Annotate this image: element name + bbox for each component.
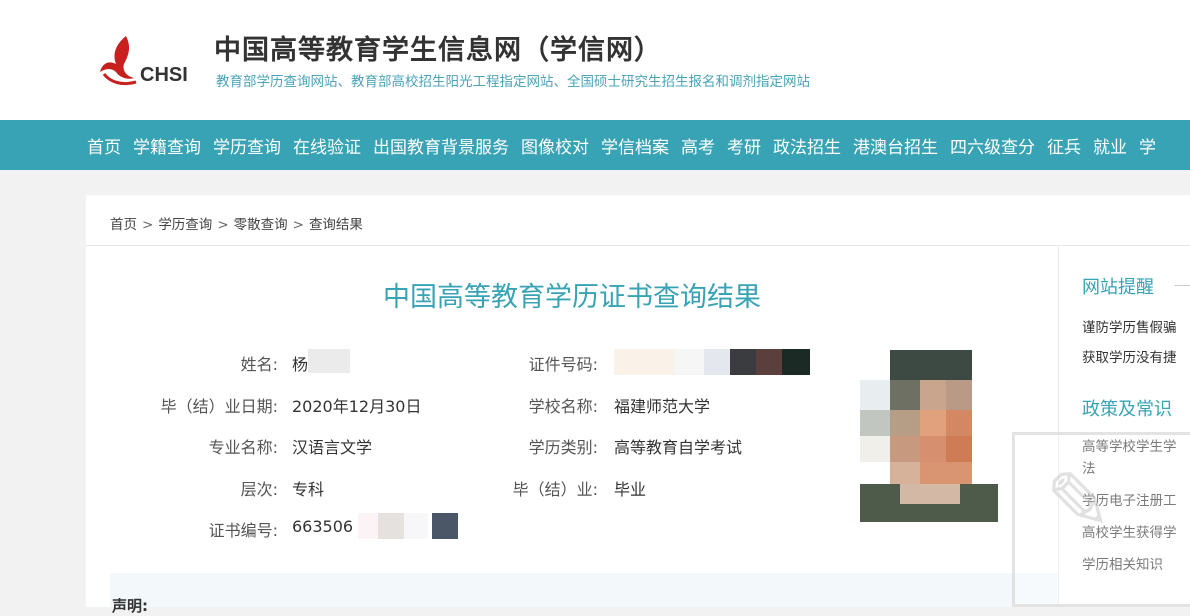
student-photo <box>860 350 998 522</box>
breadcrumb: 首页 > 学历查询 > 零散查询 > 查询结果 <box>110 213 363 233</box>
result-title: 中国高等教育学历证书查询结果 <box>383 282 761 313</box>
site-subtitle: 教育部学历查询网站、教育部高校招生阳光工程指定网站、全国硕士研究生招生报名和调剂… <box>216 74 810 90</box>
cert-no-value: 663506 <box>292 517 354 536</box>
nav-item-3[interactable]: 在线验证 <box>293 133 361 158</box>
redacted-block <box>782 349 810 375</box>
school-value: 福建师范大学 <box>614 397 711 416</box>
nav-item-9[interactable]: 政法招生 <box>773 133 841 158</box>
school-label: 学校名称: <box>528 397 598 416</box>
name-value: 杨 <box>292 355 309 374</box>
redacted-block <box>704 349 730 375</box>
nav-item-7[interactable]: 高考 <box>681 133 715 158</box>
breadcrumb-item-3: 查询结果 <box>308 217 363 233</box>
redacted-block <box>674 349 704 375</box>
redacted-block <box>432 513 458 539</box>
statement-label: 声明: <box>112 597 148 615</box>
watermark-stamp: ✎ <box>1012 432 1190 607</box>
grad-date-value: 2020年12月30日 <box>292 397 422 416</box>
site-title: 中国高等教育学生信息网（学信网） <box>214 35 662 66</box>
notice-link-2[interactable]: 获取学历没有捷 <box>1082 346 1177 366</box>
level-value: 专科 <box>292 480 325 499</box>
name-label: 姓名: <box>240 355 278 374</box>
redacted-block <box>378 513 404 539</box>
nav-item-10[interactable]: 港澳台招生 <box>853 133 938 158</box>
nav-item-12[interactable]: 征兵 <box>1047 133 1081 158</box>
major-label: 专业名称: <box>208 438 278 457</box>
statement-box <box>110 573 1058 607</box>
phoenix-logo-icon <box>100 36 137 86</box>
nav-item-13[interactable]: 就业 <box>1093 133 1127 158</box>
main-nav: 首页 学籍查询 学历查询 在线验证 出国教育背景服务 图像校对 学信档案 高考 考研 政法招生 港澳… <box>0 120 1190 170</box>
grad-status-label: 毕（结）业: <box>512 480 598 499</box>
nav-item-11[interactable]: 四六级查分 <box>950 133 1035 158</box>
grad-status-value: 毕业 <box>614 480 647 499</box>
notice-heading: 网站提醒 <box>1082 277 1154 298</box>
redacted-block <box>308 349 350 373</box>
redacted-block <box>756 349 782 375</box>
edu-type-value: 高等教育自学考试 <box>614 438 743 457</box>
breadcrumb-item-2[interactable]: 零散查询 <box>234 217 288 233</box>
nav-item-8[interactable]: 考研 <box>727 133 761 158</box>
logo-text: CHSI <box>140 64 188 86</box>
heading-rule <box>1174 285 1190 286</box>
nav-item-2[interactable]: 学历查询 <box>213 133 281 158</box>
nav-item-0[interactable]: 首页 <box>87 133 121 158</box>
policy-heading: 政策及常识 <box>1082 399 1172 420</box>
divider <box>86 245 1190 246</box>
redacted-block <box>730 349 756 375</box>
breadcrumb-separator: > <box>142 217 154 233</box>
breadcrumb-separator: > <box>292 217 304 233</box>
major-value: 汉语言文学 <box>292 438 373 457</box>
nav-item-5[interactable]: 图像校对 <box>521 133 589 158</box>
id-number-label: 证件号码: <box>528 355 598 374</box>
grad-date-label: 毕（结）业日期: <box>160 397 278 416</box>
notice-link-1[interactable]: 谨防学历售假骗 <box>1082 316 1177 336</box>
breadcrumb-item-0[interactable]: 首页 <box>110 217 137 233</box>
nav-list: 首页 学籍查询 学历查询 在线验证 出国教育背景服务 图像校对 学信档案 高考 考研 政法招生 港澳… <box>87 120 1168 170</box>
watermark-glyph: ✎ <box>1045 455 1113 548</box>
cert-no-label: 证书编号: <box>208 521 278 540</box>
nav-item-14[interactable]: 学 <box>1139 133 1156 158</box>
redacted-block <box>358 513 378 539</box>
nav-item-6[interactable]: 学信档案 <box>601 133 669 158</box>
nav-item-4[interactable]: 出国教育背景服务 <box>373 133 509 158</box>
redacted-block <box>404 513 428 539</box>
breadcrumb-separator: > <box>217 217 229 233</box>
site-header: CHSI 中国高等教育学生信息网（学信网） 教育部学历查询网站、教育部高校招生阳… <box>0 0 1190 120</box>
chsi-logo[interactable]: CHSI <box>98 34 200 90</box>
nav-item-1[interactable]: 学籍查询 <box>133 133 201 158</box>
edu-type-label: 学历类别: <box>528 438 598 457</box>
breadcrumb-item-1[interactable]: 学历查询 <box>158 217 212 233</box>
level-label: 层次: <box>240 480 278 499</box>
